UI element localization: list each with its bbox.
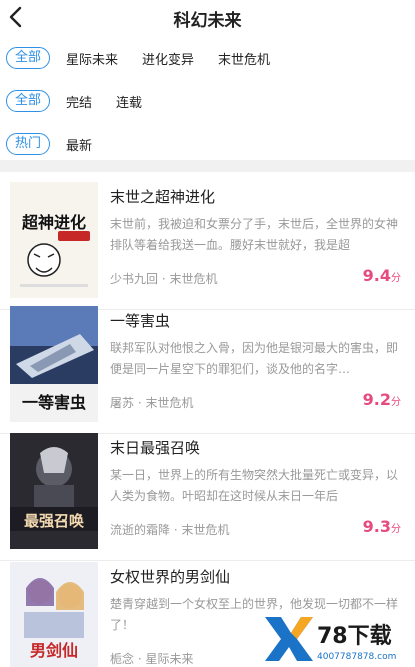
book-score: 9.2分 — [363, 390, 401, 409]
top-bar: 科幻未来 — [0, 0, 415, 38]
book-title[interactable]: 一等害虫 — [110, 310, 170, 331]
score-unit: 分 — [391, 273, 401, 284]
book-description: 联邦军队对他恨之入骨，因为他是银河最大的害虫，即便是同一片星空下的罪犯们，谈及他… — [110, 341, 399, 376]
filter-option-latest[interactable]: 最新 — [66, 135, 92, 154]
status-filter-row: 全部 完结 连载 — [0, 87, 415, 115]
book-list-item[interactable]: 最强召唤 末日最强召唤 某一日，世界上的所有生物突然大批量死亡或变异，以人类为食… — [0, 423, 415, 561]
meta-separator: · — [137, 396, 142, 410]
filter-option-evolution[interactable]: 进化变异 — [142, 49, 194, 68]
book-cover-title: 一等害虫 — [22, 393, 86, 412]
book-meta: 屠苏 · 末世危机 — [110, 394, 194, 411]
book-category: 末世危机 — [169, 272, 218, 286]
book-description: 末世前，我被迫和女票分了手，末世后，全世界的女神排队等着给我送一血。腰好末世就好… — [110, 217, 399, 252]
book-title[interactable]: 女权世界的男剑仙 — [110, 566, 230, 587]
score-value: 9.3 — [362, 517, 391, 536]
filter-chip-popular[interactable]: 热门 — [6, 133, 51, 155]
category-filter-row: 全部 星际未来 进化变异 末世危机 — [0, 44, 415, 72]
watermark-text: 78下载 — [317, 623, 392, 649]
book-title[interactable]: 末世之超神进化 — [110, 186, 215, 207]
book-author: 流逝的霜降 — [110, 523, 171, 537]
section-divider — [0, 160, 415, 172]
book-author: 少书九回 — [110, 272, 159, 286]
page-title: 科幻未来 — [173, 11, 242, 31]
x-logo-icon — [265, 617, 313, 661]
sort-filter-row: 热门 最新 — [0, 130, 415, 158]
book-list-item[interactable]: 一等害虫 一等害虫 联邦军队对他恨之入骨，因为他是银河最大的害虫，即便是同一片星… — [0, 296, 415, 434]
book-meta: 栀念 · 星际未来 — [110, 650, 194, 667]
book-author: 栀念 — [110, 652, 135, 666]
filter-chip-all-status[interactable]: 全部 — [6, 90, 51, 112]
book-score: 9.4分 — [363, 266, 401, 285]
filter-option-apocalypse[interactable]: 末世危机 — [218, 49, 270, 68]
book-meta: 少书九回 · 末世危机 — [110, 270, 218, 287]
filter-option-ongoing[interactable]: 连载 — [116, 92, 142, 111]
meta-separator: · — [161, 272, 166, 286]
book-cover[interactable]: 最强召唤 — [10, 433, 98, 549]
book-cover-title: 男剑仙 — [30, 641, 78, 660]
book-category: 星际未来 — [145, 652, 194, 666]
book-score: 9.3分 — [363, 517, 401, 536]
filter-option-completed[interactable]: 完结 — [66, 92, 92, 111]
book-title[interactable]: 末日最强召唤 — [110, 437, 200, 458]
book-description: 某一日，世界上的所有生物突然大批量死亡或变异，以人类为食物。叶昭却在这时候从末日… — [110, 468, 399, 503]
score-value: 9.4 — [362, 266, 391, 285]
book-category: 末世危机 — [145, 396, 194, 410]
score-unit: 分 — [391, 397, 401, 408]
book-list-item[interactable]: 超神进化 末世之超神进化 末世前，我被迫和女票分了手，末世后，全世界的女神排队等… — [0, 172, 415, 310]
book-meta: 流逝的霜降 · 末世危机 — [110, 521, 230, 538]
meta-separator: · — [173, 523, 178, 537]
book-cover[interactable]: 男剑仙 — [10, 562, 98, 667]
score-value: 9.2 — [362, 390, 391, 409]
book-cover-title: 超神进化 — [21, 213, 86, 232]
site-watermark-logo: 78下载 4007787878.com — [261, 613, 411, 665]
filter-option-interstellar[interactable]: 星际未来 — [66, 49, 118, 68]
book-cover[interactable]: 超神进化 — [10, 182, 98, 298]
book-cover-title: 最强召唤 — [24, 512, 84, 530]
book-category: 末世危机 — [181, 523, 230, 537]
book-cover[interactable]: 一等害虫 — [10, 306, 98, 422]
book-author: 屠苏 — [110, 396, 135, 410]
score-unit: 分 — [391, 524, 401, 535]
meta-separator: · — [137, 652, 142, 666]
watermark-sub: 4007787878.com — [317, 652, 396, 662]
filter-chip-all-category[interactable]: 全部 — [6, 47, 51, 69]
